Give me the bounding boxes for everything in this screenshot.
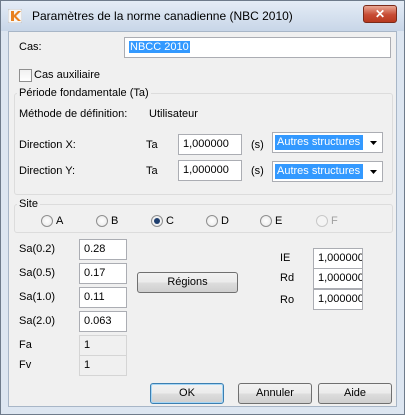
site-radio-b[interactable] <box>96 215 108 227</box>
title-bar[interactable]: Paramètres de la norme canadienne (NBC 2… <box>1 1 404 31</box>
sa20-input[interactable]: 0.063 <box>79 311 127 332</box>
method-value: Utilisateur <box>149 108 198 120</box>
app-logo-icon <box>8 9 22 23</box>
cas-input[interactable]: NBCC 2010 <box>124 37 391 58</box>
direction-x-label: Direction X: <box>19 139 76 151</box>
period-group-title: Période fondamentale (Ta) <box>17 87 151 99</box>
window-title: Paramètres de la norme canadienne (NBC 2… <box>32 9 293 23</box>
regions-button[interactable]: Régions <box>137 272 238 293</box>
direction-y-structure-value: Autres structures <box>275 164 363 179</box>
site-radio-e[interactable] <box>260 215 272 227</box>
ok-button[interactable]: OK <box>150 383 224 404</box>
site-group-title: Site <box>17 198 40 210</box>
rd-input[interactable]: 1,000000 <box>313 268 363 289</box>
fv-value: 1 <box>79 355 127 376</box>
site-radio-f[interactable] <box>316 215 328 227</box>
ie-input[interactable]: 1,000000 <box>313 248 363 269</box>
ie-label: IE <box>280 252 291 264</box>
direction-y-structure-select[interactable]: Autres structures <box>272 161 383 182</box>
site-radio-a[interactable] <box>41 215 53 227</box>
direction-y-label: Direction Y: <box>19 165 76 177</box>
sa10-label: Sa(1.0) <box>19 291 56 303</box>
fa-label: Fa <box>19 339 32 351</box>
direction-x-ta-label: Ta <box>146 139 158 151</box>
close-icon: ✕ <box>374 7 386 21</box>
direction-x-structure-select[interactable]: Autres structures <box>272 132 383 153</box>
dialog-window: Paramètres de la norme canadienne (NBC 2… <box>0 0 405 415</box>
site-label-e: E <box>275 215 283 227</box>
direction-x-ta-input[interactable]: 1,000000 <box>178 134 242 155</box>
sa10-input[interactable]: 0.11 <box>79 287 127 308</box>
cancel-button[interactable]: Annuler <box>238 383 312 404</box>
direction-x-structure-value: Autres structures <box>275 135 363 150</box>
direction-x-unit: (s) <box>251 139 264 151</box>
site-radio-c[interactable] <box>151 215 163 227</box>
fa-value: 1 <box>79 335 127 356</box>
sa02-input[interactable]: 0.28 <box>79 239 127 260</box>
chevron-down-icon <box>370 141 377 145</box>
auxiliary-checkbox[interactable] <box>19 69 32 82</box>
ro-label: Ro <box>280 294 295 306</box>
site-label-c: C <box>166 215 174 227</box>
ro-input[interactable]: 1,000000 <box>313 289 363 310</box>
site-label-f: F <box>331 215 338 227</box>
site-label-b: B <box>111 215 119 227</box>
chevron-down-icon <box>370 170 377 174</box>
site-label-d: D <box>221 215 229 227</box>
sa02-label: Sa(0.2) <box>19 243 56 255</box>
sa05-label: Sa(0.5) <box>19 267 56 279</box>
direction-y-ta-input[interactable]: 1,000000 <box>178 160 242 181</box>
cas-label: Cas: <box>19 41 42 53</box>
site-radio-d[interactable] <box>206 215 218 227</box>
site-label-a: A <box>56 215 64 227</box>
direction-y-unit: (s) <box>251 165 264 177</box>
method-label: Méthode de définition: <box>19 108 128 120</box>
dialog-body: Cas: NBCC 2010 Cas auxiliaire Période fo… <box>8 31 397 407</box>
auxiliary-label: Cas auxiliaire <box>34 69 101 81</box>
rd-label: Rd <box>280 272 295 284</box>
close-button[interactable]: ✕ <box>363 5 397 23</box>
help-button[interactable]: Aide <box>318 383 392 404</box>
radio-selected-dot <box>154 218 160 224</box>
sa20-label: Sa(2.0) <box>19 315 56 327</box>
direction-y-ta-label: Ta <box>146 165 158 177</box>
fv-label: Fv <box>19 359 32 371</box>
sa05-input[interactable]: 0.17 <box>79 263 127 284</box>
